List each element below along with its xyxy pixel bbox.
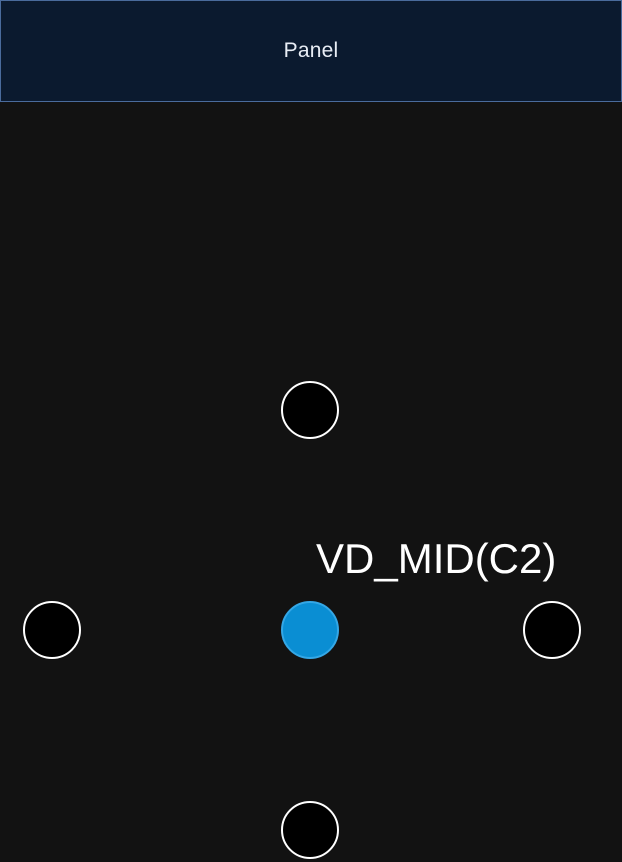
node-right[interactable] — [523, 601, 581, 659]
node-left[interactable] — [23, 601, 81, 659]
panel-title: Panel — [283, 39, 339, 62]
selected-node-label: VD_MID(C2) — [316, 535, 557, 582]
node-up[interactable] — [281, 381, 339, 439]
navigator-canvas: Panel VD_MID(C2) — [0, 0, 622, 862]
panel-header[interactable]: Panel — [0, 0, 622, 102]
node-down[interactable] — [281, 801, 339, 859]
node-center-selected[interactable] — [281, 601, 339, 659]
